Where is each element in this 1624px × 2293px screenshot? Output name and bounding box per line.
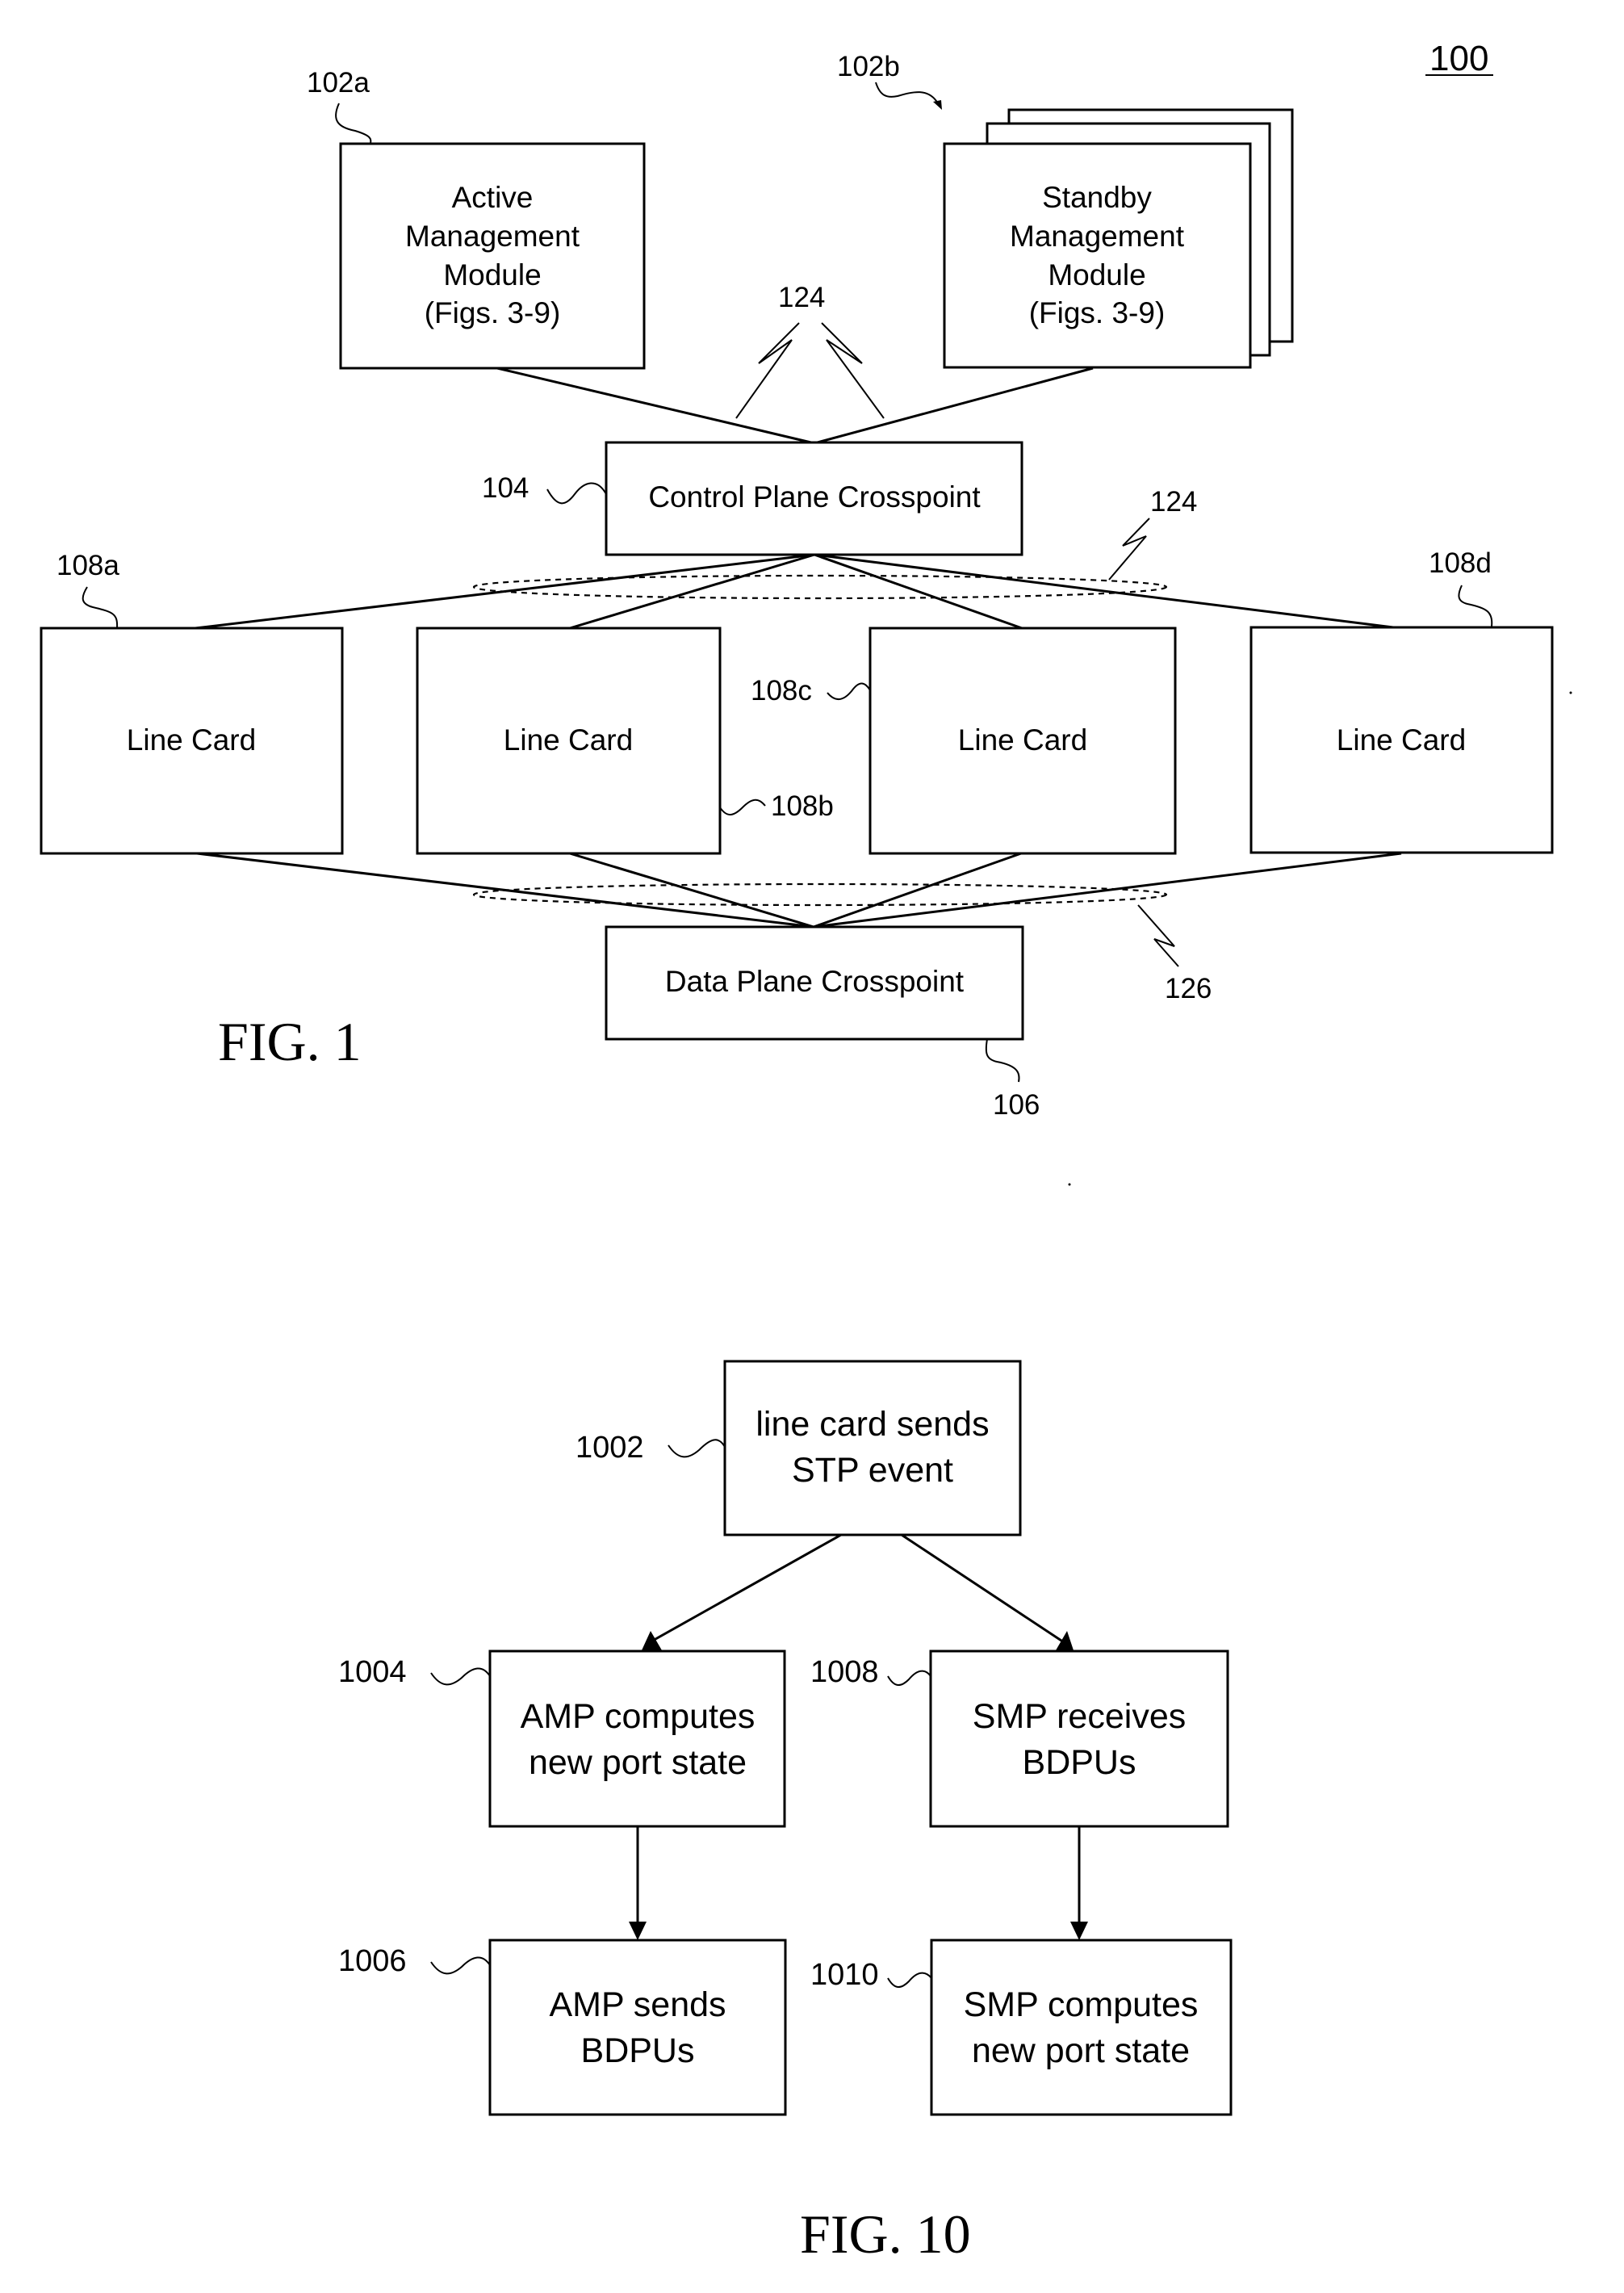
step-box	[488, 1939, 787, 2116]
ref-106: 106	[993, 1089, 1040, 1121]
step-box	[488, 1650, 786, 1828]
link-linecard-c-to-data-plane	[813, 852, 1022, 929]
leader-104	[546, 482, 607, 505]
active-module-line-4: (Figs. 3-9)	[425, 296, 561, 329]
line-card-108c[interactable]: Line Card	[869, 627, 1177, 855]
ref-108c: 108c	[751, 675, 812, 706]
link-control-to-linecard-d	[814, 553, 1400, 630]
leader-108d	[1458, 585, 1493, 627]
standby-module-line-3: Module	[1048, 258, 1145, 291]
ref-108a: 108a	[57, 550, 119, 581]
step-text-line-2: new port state	[529, 1743, 747, 1782]
line-card-label: Line Card	[127, 723, 256, 757]
data-plane-crosspoint[interactable]: Data Plane Crosspoint	[605, 925, 1024, 1041]
ref-1008: 1008	[810, 1655, 879, 1689]
ref-1006: 1006	[338, 1944, 407, 1978]
ref-1004: 1004	[338, 1655, 407, 1689]
scan-speck	[1068, 1183, 1071, 1186]
leader-102a	[335, 103, 372, 145]
ref-102b: 102b	[837, 51, 900, 82]
figure-1: 100 124 Active Management Module (Figs. …	[40, 39, 1572, 1186]
zigzag-leader-icon	[821, 322, 885, 419]
ref-1002: 1002	[576, 1431, 644, 1465]
leader-108a	[82, 586, 119, 629]
link-linecard-d-to-data-plane	[813, 852, 1402, 929]
control-plane-label: Control Plane Crosspoint	[648, 480, 981, 514]
active-module-line-1: Active	[452, 181, 534, 214]
active-module-line-3: Module	[443, 258, 541, 291]
zigzag-leader-icon	[1108, 518, 1150, 581]
ref-108d: 108d	[1429, 547, 1492, 579]
figure-10-caption: FIG. 10	[800, 2203, 971, 2265]
figure-10: line card sends STP event 1002 AMP compu…	[338, 1360, 1233, 2265]
ref-124-upper: 124	[778, 282, 825, 313]
leader-1006	[430, 1956, 491, 1975]
patent-drawing-sheet: 100 124 Active Management Module (Figs. …	[40, 39, 1572, 2265]
ref-108b: 108b	[771, 790, 834, 822]
arrow-head-icon	[1070, 1922, 1088, 1940]
figure-1-caption: FIG. 1	[218, 1011, 362, 1072]
data-plane-label: Data Plane Crosspoint	[665, 965, 965, 998]
link-control-to-linecard-b	[569, 553, 815, 630]
step-1006[interactable]: AMP sends BDPUs	[488, 1939, 787, 2116]
leader-1008	[887, 1670, 931, 1686]
link-control-to-linecard-c	[814, 553, 1023, 630]
control-plane-crosspoint[interactable]: Control Plane Crosspoint	[605, 441, 1023, 556]
ref-102a: 102a	[307, 67, 370, 99]
step-text-line-1: line card sends	[755, 1405, 989, 1444]
line-card-label: Line Card	[504, 723, 633, 757]
arrow-head-icon	[629, 1922, 647, 1940]
standby-module-line-4: (Figs. 3-9)	[1029, 296, 1166, 329]
step-box	[723, 1360, 1022, 1536]
leader-1010	[887, 1972, 932, 1988]
line-card-108d[interactable]: Line Card	[1249, 626, 1554, 854]
step-text-line-2: STP event	[792, 1451, 953, 1490]
ref-104: 104	[482, 472, 529, 504]
arrow-1002-to-1008	[901, 1533, 1065, 1644]
ref-126: 126	[1165, 973, 1212, 1004]
leader-108c	[827, 682, 871, 700]
step-1004[interactable]: AMP computes new port state	[488, 1650, 786, 1828]
step-text-line-1: AMP sends	[549, 1985, 726, 2024]
link-linecard-b-to-data-plane	[569, 852, 814, 929]
active-management-module[interactable]: Active Management Module (Figs. 3-9)	[339, 142, 646, 370]
leader-106	[985, 1038, 1020, 1083]
step-box	[929, 1650, 1229, 1828]
step-text-line-1: SMP receives	[973, 1697, 1186, 1736]
step-1002[interactable]: line card sends STP event	[723, 1360, 1022, 1536]
step-text-line-1: SMP computes	[964, 1985, 1199, 2024]
zigzag-leader-icon	[735, 322, 800, 419]
leader-108b	[719, 799, 766, 815]
system-ref-number: 100	[1429, 39, 1488, 78]
line-card-label: Line Card	[1337, 723, 1466, 757]
step-1008[interactable]: SMP receives BDPUs	[929, 1650, 1229, 1828]
scan-speck	[1569, 691, 1572, 694]
step-box	[930, 1939, 1233, 2116]
zigzag-leader-icon	[1137, 904, 1179, 967]
active-module-box	[339, 142, 646, 370]
leader-1002	[668, 1439, 726, 1458]
arrow-1002-to-1004	[649, 1533, 842, 1644]
line-card-label: Line Card	[958, 723, 1087, 757]
arrow-head-icon	[1056, 1631, 1074, 1650]
leader-1004	[430, 1667, 491, 1686]
leader-102b	[875, 82, 939, 104]
active-module-line-2: Management	[405, 220, 580, 253]
ref-124-lower: 124	[1150, 486, 1197, 518]
line-card-108a[interactable]: Line Card	[40, 627, 344, 855]
step-1010[interactable]: SMP computes new port state	[930, 1939, 1233, 2116]
standby-management-module[interactable]: Standby Management Module (Figs. 3-9)	[943, 108, 1294, 369]
arrow-head-icon	[642, 1631, 662, 1650]
standby-module-line-2: Management	[1010, 220, 1185, 253]
line-card-108b[interactable]: Line Card	[416, 627, 722, 855]
step-text-line-2: BDPUs	[1023, 1743, 1136, 1782]
link-active-to-control-plane	[496, 367, 815, 445]
standby-module-box	[943, 142, 1252, 369]
standby-module-line-1: Standby	[1042, 181, 1152, 214]
step-text-line-1: AMP computes	[521, 1697, 755, 1736]
arrow-head-icon	[933, 100, 942, 110]
step-text-line-2: new port state	[972, 2031, 1190, 2070]
step-text-line-2: BDPUs	[581, 2031, 695, 2070]
ref-1010: 1010	[810, 1958, 879, 1992]
